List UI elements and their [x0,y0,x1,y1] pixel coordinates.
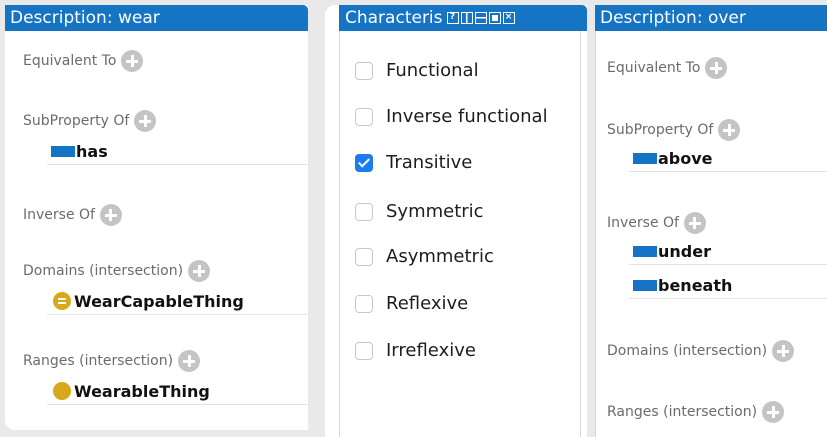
add-domain-icon[interactable] [772,340,795,362]
section-label: Equivalent To [607,60,701,76]
checkbox-label: Functional [386,60,479,81]
domains-section: Domains (intersection) [23,260,211,282]
item-label: beneath [658,275,733,295]
add-domain-icon[interactable] [188,260,211,282]
checkbox-label: Asymmetric [386,246,494,267]
checkbox[interactable] [355,61,373,80]
add-inverse-icon[interactable] [683,212,706,234]
inverse-of-section: Inverse Of [23,204,122,226]
add-equivalent-icon[interactable] [705,57,728,79]
characteristic-inverse-functional[interactable]: Inverse functional [355,106,548,127]
object-property-icon [633,152,657,164]
split-horizontal-icon[interactable] [474,12,487,24]
list-item[interactable]: WearCapableThing [47,288,307,315]
panel-title: Characteris [345,8,443,28]
item-label: above [658,148,713,168]
checkbox-checked[interactable] [355,153,373,172]
section-label: Inverse Of [607,215,679,231]
item-label: WearCapableThing [74,291,244,311]
subproperty-of-section: SubProperty Of [23,110,157,132]
defined-class-icon [53,292,71,310]
panel-title: Description: over [595,5,827,31]
characteristic-transitive[interactable]: Transitive [355,152,472,173]
item-label: WearableThing [74,381,210,401]
add-inverse-icon[interactable] [99,204,122,226]
characteristic-symmetric[interactable]: Symmetric [355,201,484,222]
description-panel-wear: Description: wear Equivalent To SubPrope… [5,5,308,430]
equivalent-to-section: Equivalent To [607,57,728,79]
checkbox-label: Symmetric [386,201,484,222]
add-range-icon[interactable] [178,350,201,372]
maximize-icon[interactable] [488,12,501,24]
list-item[interactable]: WearableThing [47,378,307,405]
characteristic-reflexive[interactable]: Reflexive [355,293,468,314]
add-equivalent-icon[interactable] [121,50,144,72]
section-label: Equivalent To [23,53,117,69]
item-label: has [76,141,108,161]
checkbox[interactable] [355,294,373,313]
close-icon[interactable]: × [502,12,515,24]
checkbox-label: Irreflexive [386,340,476,361]
class-icon [53,382,71,400]
ranges-section: Ranges (intersection) [23,350,201,372]
checkbox[interactable] [355,341,373,360]
object-property-icon [633,279,657,291]
ranges-section: Ranges (intersection) [607,401,785,423]
checkbox[interactable] [355,247,373,266]
description-panel-over: Description: over Equivalent To SubPrope… [595,5,827,437]
subproperty-of-section: SubProperty Of [607,119,741,141]
panel-border [339,31,340,437]
characteristics-panel: Characteris ? × Functional Inverse funct… [325,5,587,437]
list-item[interactable]: has [47,138,307,165]
characteristic-irreflexive[interactable]: Irreflexive [355,340,476,361]
checkbox-label: Inverse functional [386,106,548,127]
characteristic-functional[interactable]: Functional [355,60,479,81]
object-property-icon [633,245,657,257]
panel-title: Description: wear [5,5,308,31]
add-subproperty-icon[interactable] [718,119,741,141]
panel-border [580,31,581,437]
section-label: Inverse Of [23,207,95,223]
checkbox-label: Reflexive [386,293,469,314]
checkbox-label: Transitive [386,152,473,173]
add-subproperty-icon[interactable] [134,110,157,132]
panel-titlebar: Characteris ? × [339,5,587,31]
panel-border [595,31,596,437]
section-label: SubProperty Of [23,113,130,129]
checkbox[interactable] [355,107,373,126]
list-item[interactable]: above [629,145,827,172]
section-label: Ranges (intersection) [23,353,174,369]
help-icon[interactable]: ? [446,12,459,24]
split-vertical-icon[interactable] [460,12,473,24]
checkbox[interactable] [355,202,373,221]
section-label: SubProperty Of [607,122,714,138]
add-range-icon[interactable] [762,401,785,423]
inverse-of-section: Inverse Of [607,212,706,234]
list-item[interactable]: under [629,238,827,265]
list-item[interactable]: beneath [629,272,827,299]
section-label: Domains (intersection) [23,263,184,279]
domains-section: Domains (intersection) [607,340,795,362]
equivalent-to-section: Equivalent To [23,50,144,72]
section-label: Ranges (intersection) [607,404,758,420]
section-label: Domains (intersection) [607,343,768,359]
item-label: under [658,241,711,261]
object-property-icon [51,145,75,157]
characteristic-asymmetric[interactable]: Asymmetric [355,246,494,267]
